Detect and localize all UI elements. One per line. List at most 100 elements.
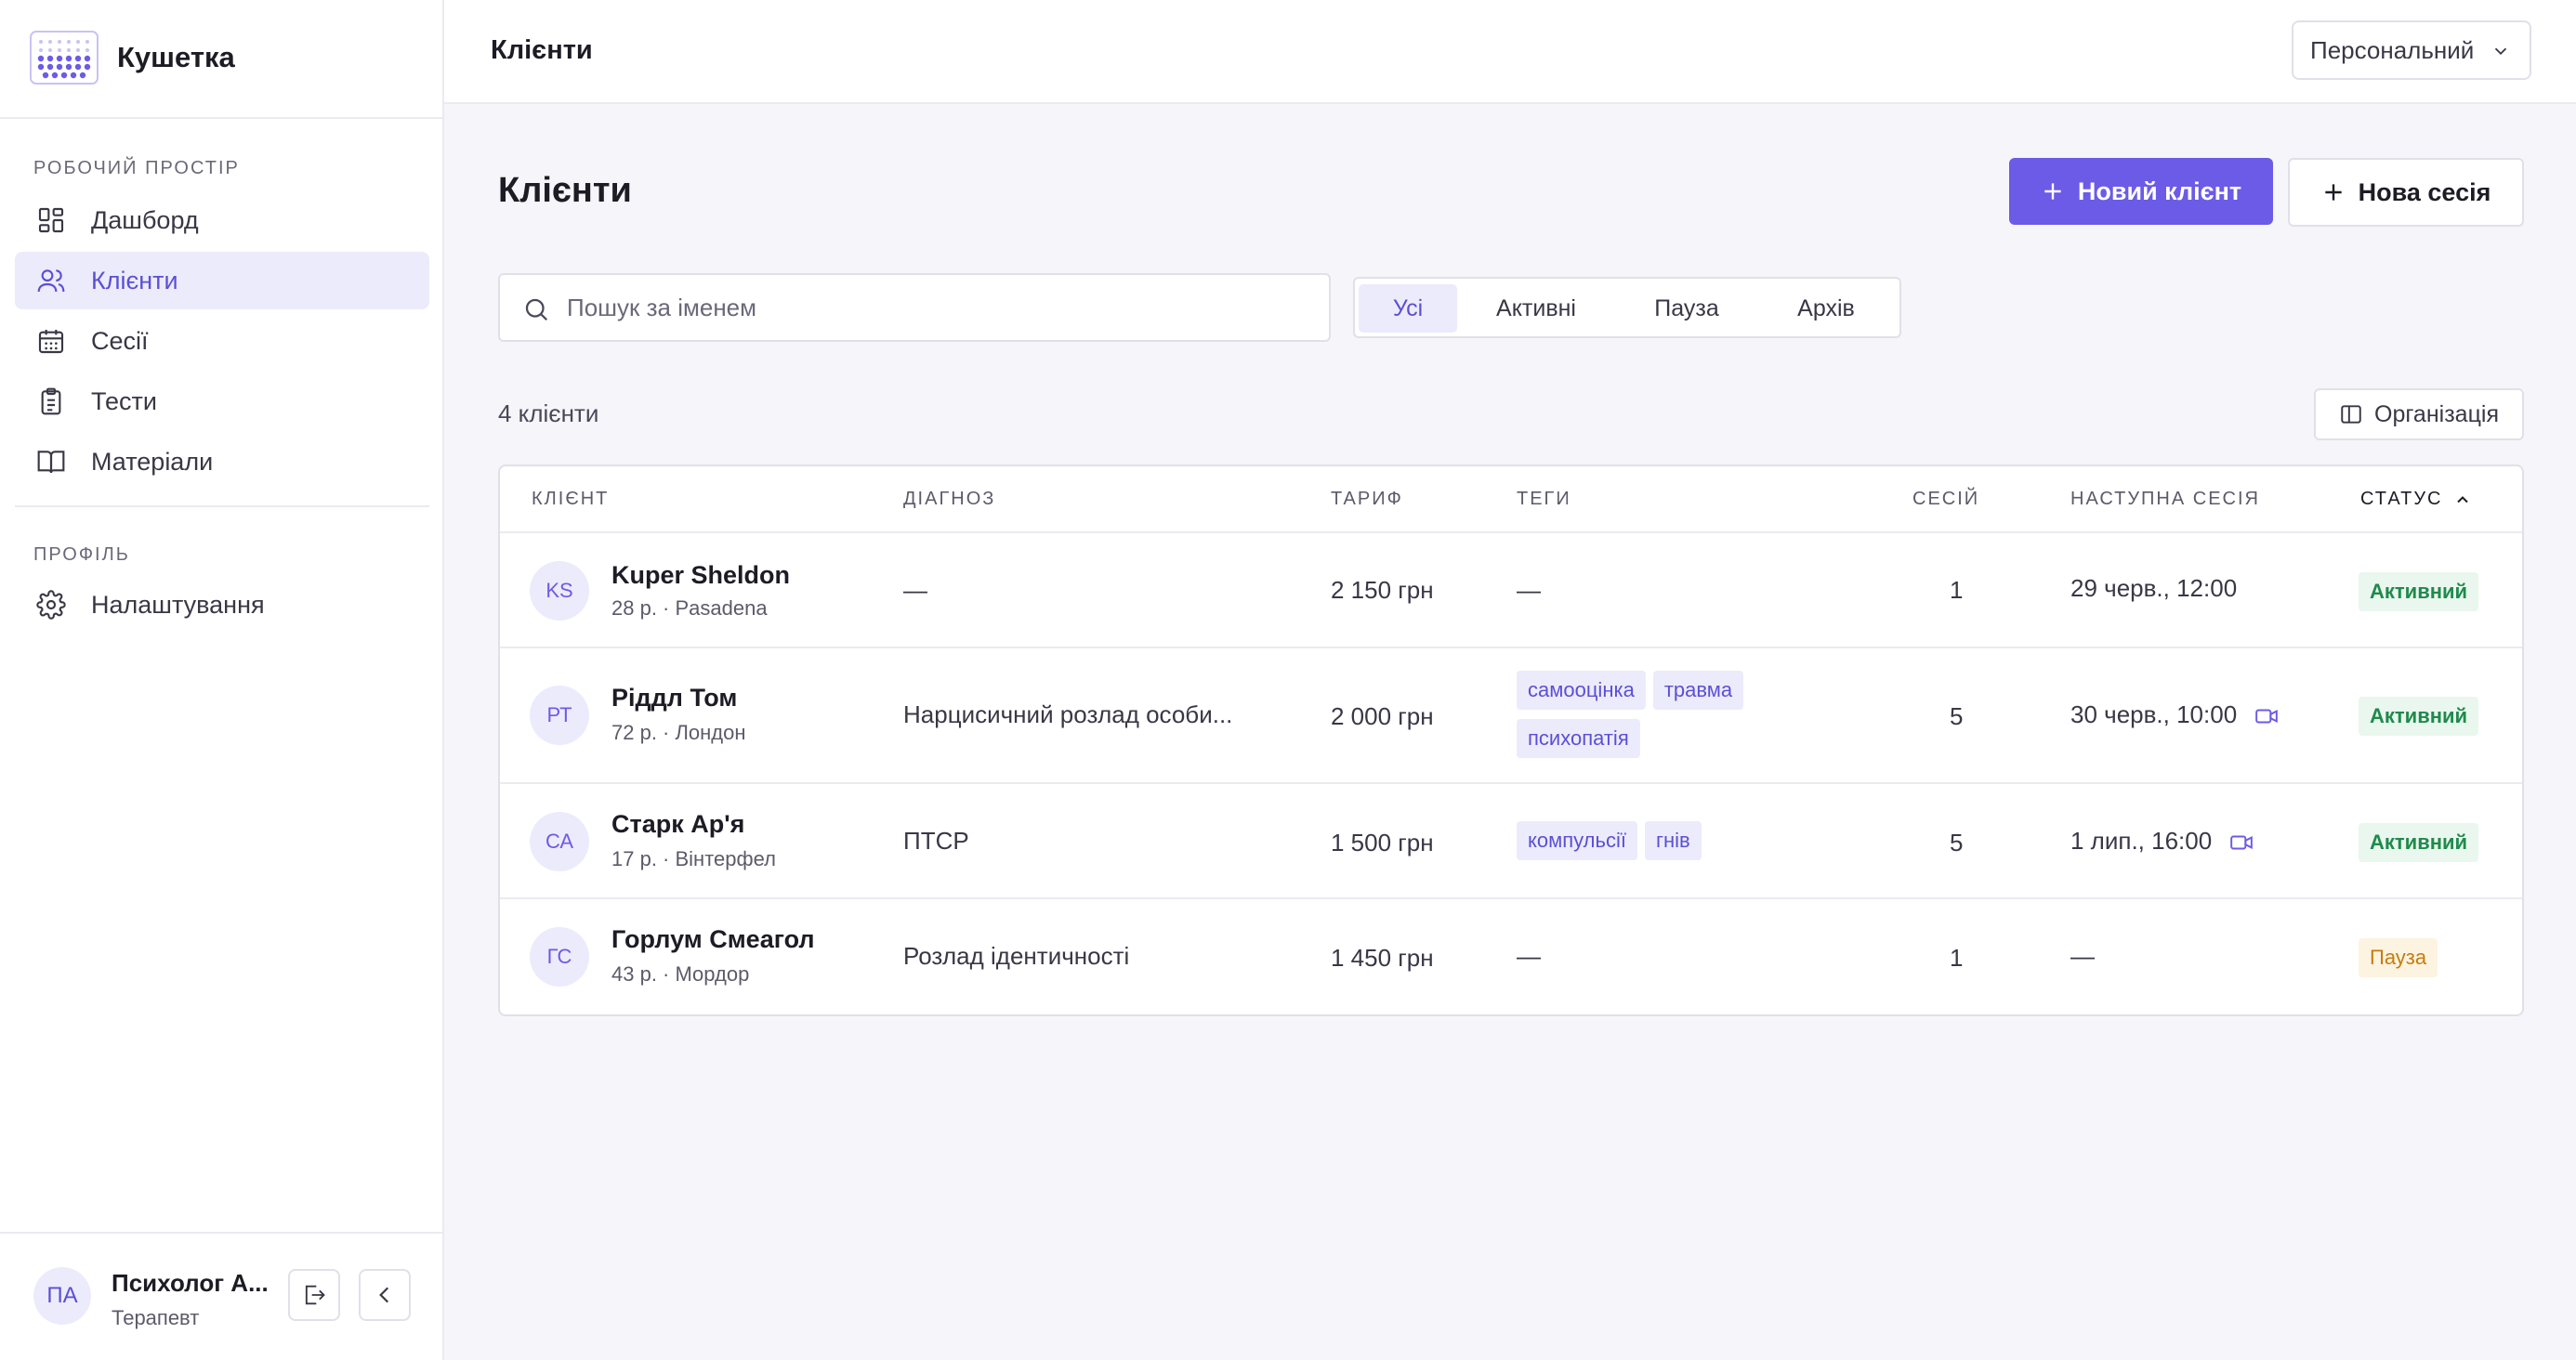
next-session: 30 черв., 10:00 — [2070, 700, 2238, 728]
new-session-button[interactable]: Нова сесія — [2288, 158, 2524, 227]
organization-button[interactable]: Організація — [2314, 388, 2524, 440]
column-header-sessions[interactable]: СЕСІЙ — [1912, 489, 1979, 510]
client-meta: 72 р. · Лондон — [611, 721, 746, 744]
column-header-rate[interactable]: ТАРИФ — [1331, 489, 1403, 510]
sidebar: Кушетка РОБОЧИЙ ПРОСТІР Дашборд Клієнти — [0, 0, 444, 1360]
table-header: КЛІЄНТ ДІАГНОЗ ТАРИФ ТЕГИ СЕСІЙ НАСТУПНА… — [500, 466, 2522, 533]
tag[interactable]: компульсії — [1517, 821, 1637, 860]
diagnosis: — — [903, 576, 927, 604]
chevron-up-icon — [2453, 490, 2472, 509]
workspace-select-value: Персональний — [2310, 35, 2475, 64]
brand-name: Кушетка — [117, 41, 235, 73]
sidebar-item-settings[interactable]: Налаштування — [15, 576, 429, 634]
client-name[interactable]: Старк Ар'я — [611, 810, 744, 839]
client-name[interactable]: Kuper Sheldon — [611, 561, 790, 590]
sidebar-divider — [15, 505, 429, 507]
column-header-status[interactable]: СТАТУС — [2360, 489, 2472, 510]
column-header-status-label: СТАТУС — [2360, 489, 2443, 509]
status-badge: Активний — [2359, 823, 2479, 862]
next-session-cell: 1 лип., 16:00 — [2070, 827, 2254, 856]
tags-empty: — — [1517, 576, 1541, 604]
topbar: Клієнти Персональний — [444, 0, 2576, 104]
status-badge: Пауза — [2359, 938, 2438, 977]
logout-icon — [305, 1285, 325, 1305]
tag[interactable]: самооцінка — [1517, 671, 1646, 710]
app-root: Кушетка РОБОЧИЙ ПРОСТІР Дашборд Клієнти — [0, 0, 2576, 1360]
tags-empty: — — [1517, 942, 1541, 970]
next-session: — — [2070, 942, 2095, 970]
search-input[interactable] — [567, 286, 1310, 329]
avatar[interactable]: ПА — [33, 1267, 91, 1325]
new-client-label: Новий клієнт — [2077, 177, 2242, 205]
filter-tab-active[interactable]: Активні — [1466, 284, 1606, 333]
column-header-client[interactable]: КЛІЄНТ — [532, 489, 609, 510]
users-icon — [35, 265, 67, 296]
client-meta: 17 р. · Вінтерфел — [611, 847, 776, 870]
sidebar-item-sessions[interactable]: Сесії — [15, 312, 429, 370]
filter-tab-pause[interactable]: Пауза — [1617, 284, 1756, 333]
client-name[interactable]: Горлум Смеагол — [611, 925, 815, 954]
filter-tab-archive[interactable]: Архів — [1756, 284, 1896, 333]
client-meta: 28 р. · Pasadena — [611, 596, 768, 620]
sidebar-item-label: Клієнти — [91, 266, 178, 294]
tag[interactable]: психопатія — [1517, 719, 1640, 758]
sidebar-item-materials[interactable]: Матеріали — [15, 433, 429, 490]
user-role: Терапевт — [112, 1306, 200, 1329]
chevron-down-icon — [2494, 47, 2507, 56]
organization-label: Організація — [2374, 400, 2499, 427]
column-header-diagnosis[interactable]: ДІАГНОЗ — [903, 489, 995, 510]
page-title: Клієнти — [498, 171, 632, 210]
status-badge: Активний — [2359, 697, 2479, 736]
avatar: СА — [530, 812, 589, 871]
tags-list: самооцінка травма психопатія — [1517, 671, 1795, 758]
clients-count: 4 клієнти — [498, 399, 599, 427]
clients-table: КЛІЄНТ ДІАГНОЗ ТАРИФ ТЕГИ СЕСІЙ НАСТУПНА… — [498, 464, 2524, 1016]
collapse-sidebar-button[interactable] — [359, 1269, 411, 1321]
topbar-title: Клієнти — [491, 35, 593, 65]
profile-section-label: ПРОФІЛЬ — [33, 544, 130, 565]
tag[interactable]: травма — [1652, 671, 1744, 710]
filter-tab-all[interactable]: Усі — [1359, 284, 1457, 333]
columns-icon — [2339, 402, 2363, 426]
plus-icon — [2041, 179, 2065, 203]
sessions-count: 1 — [1950, 576, 1964, 604]
sidebar-item-dashboard[interactable]: Дашборд — [15, 191, 429, 249]
table-row[interactable]: KS Kuper Sheldon 28 р. · Pasadena — 2 15… — [500, 533, 2522, 648]
column-header-next-session[interactable]: НАСТУПНА СЕСІЯ — [2070, 489, 2260, 510]
sidebar-item-label: Налаштування — [91, 590, 265, 619]
avatar: KS — [530, 561, 589, 621]
logout-button[interactable] — [288, 1269, 340, 1321]
new-client-button[interactable]: Новий клієнт — [2009, 158, 2273, 225]
calendar-grid-logo — [30, 31, 99, 85]
calendar-icon — [35, 325, 67, 357]
table-row[interactable]: СА Старк Ар'я 17 р. · Вінтерфел ПТСР 1 5… — [500, 784, 2522, 899]
new-session-label: Нова сесія — [2358, 177, 2491, 206]
table-row[interactable]: ГС Горлум Смеагол 43 р. · Мордор Розлад … — [500, 899, 2522, 1014]
brand[interactable]: Кушетка — [30, 30, 235, 85]
sidebar-item-label: Матеріали — [91, 447, 214, 476]
sidebar-item-tests[interactable]: Тести — [15, 373, 429, 430]
workspace-select[interactable]: Персональний — [2292, 20, 2531, 80]
video-call-icon[interactable] — [2254, 704, 2279, 728]
status-badge: Активний — [2359, 572, 2479, 611]
next-session: 29 черв., 12:00 — [2070, 574, 2238, 602]
client-name[interactable]: Рiддл Том — [611, 684, 737, 713]
diagnosis: Розлад ідентичності — [903, 942, 1130, 970]
table-row[interactable]: РТ Рiддл Том 72 р. · Лондон Нарцисичний … — [500, 648, 2522, 784]
dashboard-icon — [35, 204, 67, 236]
tag[interactable]: гнів — [1644, 821, 1702, 860]
sessions-count: 5 — [1950, 702, 1964, 730]
sidebar-item-label: Тести — [91, 386, 157, 415]
video-call-icon[interactable] — [2229, 830, 2254, 855]
sessions-count: 5 — [1950, 829, 1964, 857]
clipboard-icon — [35, 386, 67, 417]
workspace-section-label: РОБОЧИЙ ПРОСТІР — [33, 158, 240, 178]
diagnosis: Нарцисичний розлад особи... — [903, 700, 1233, 728]
tags-list: компульсії гнів — [1517, 821, 1795, 860]
sidebar-item-clients[interactable]: Клієнти — [15, 252, 429, 309]
search-box — [498, 273, 1331, 342]
sidebar-nav: Дашборд Клієнти Сесії Тести Матеріали — [15, 191, 429, 493]
next-session: 1 лип., 16:00 — [2070, 827, 2213, 855]
column-header-tags[interactable]: ТЕГИ — [1517, 489, 1571, 510]
chevron-left-icon — [379, 1287, 389, 1303]
